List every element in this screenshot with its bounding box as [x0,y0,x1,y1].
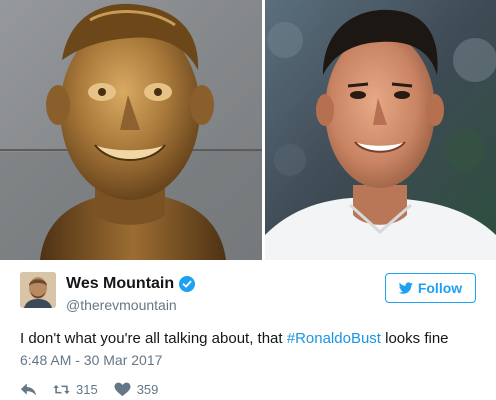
tweet-timestamp[interactable]: 6:48 AM - 30 Mar 2017 [20,351,162,369]
retweet-button[interactable]: 315 [53,382,98,397]
avatar-image [20,272,56,308]
tweet-media [0,0,496,260]
twitter-bird-icon [398,282,413,294]
tweet-text-before: I don't what you're all talking about, t… [20,330,287,347]
tweet-actions: 315 359 [20,380,158,398]
portrait-photo[interactable] [265,0,496,260]
tweet-text-after: looks fine [380,330,449,347]
bust-photo[interactable] [0,0,262,260]
portrait-image [265,0,496,260]
author-handle[interactable]: @therevmountain [66,296,177,314]
follow-button[interactable]: Follow [385,273,476,303]
heart-icon [114,382,131,396]
reply-icon [20,383,37,395]
author-avatar[interactable] [20,272,56,308]
retweet-icon [53,384,70,394]
verified-badge-icon [179,276,195,292]
like-button[interactable]: 359 [114,381,159,397]
tweet-text: I don't what you're all talking about, t… [20,329,480,348]
like-count: 359 [136,381,159,397]
author-name[interactable]: Wes Mountain [66,274,174,293]
bust-image [0,0,262,260]
hashtag-link[interactable]: #RonaldoBust [287,330,381,347]
follow-label: Follow [417,280,463,296]
retweet-count: 315 [76,381,98,397]
reply-button[interactable] [20,382,37,397]
